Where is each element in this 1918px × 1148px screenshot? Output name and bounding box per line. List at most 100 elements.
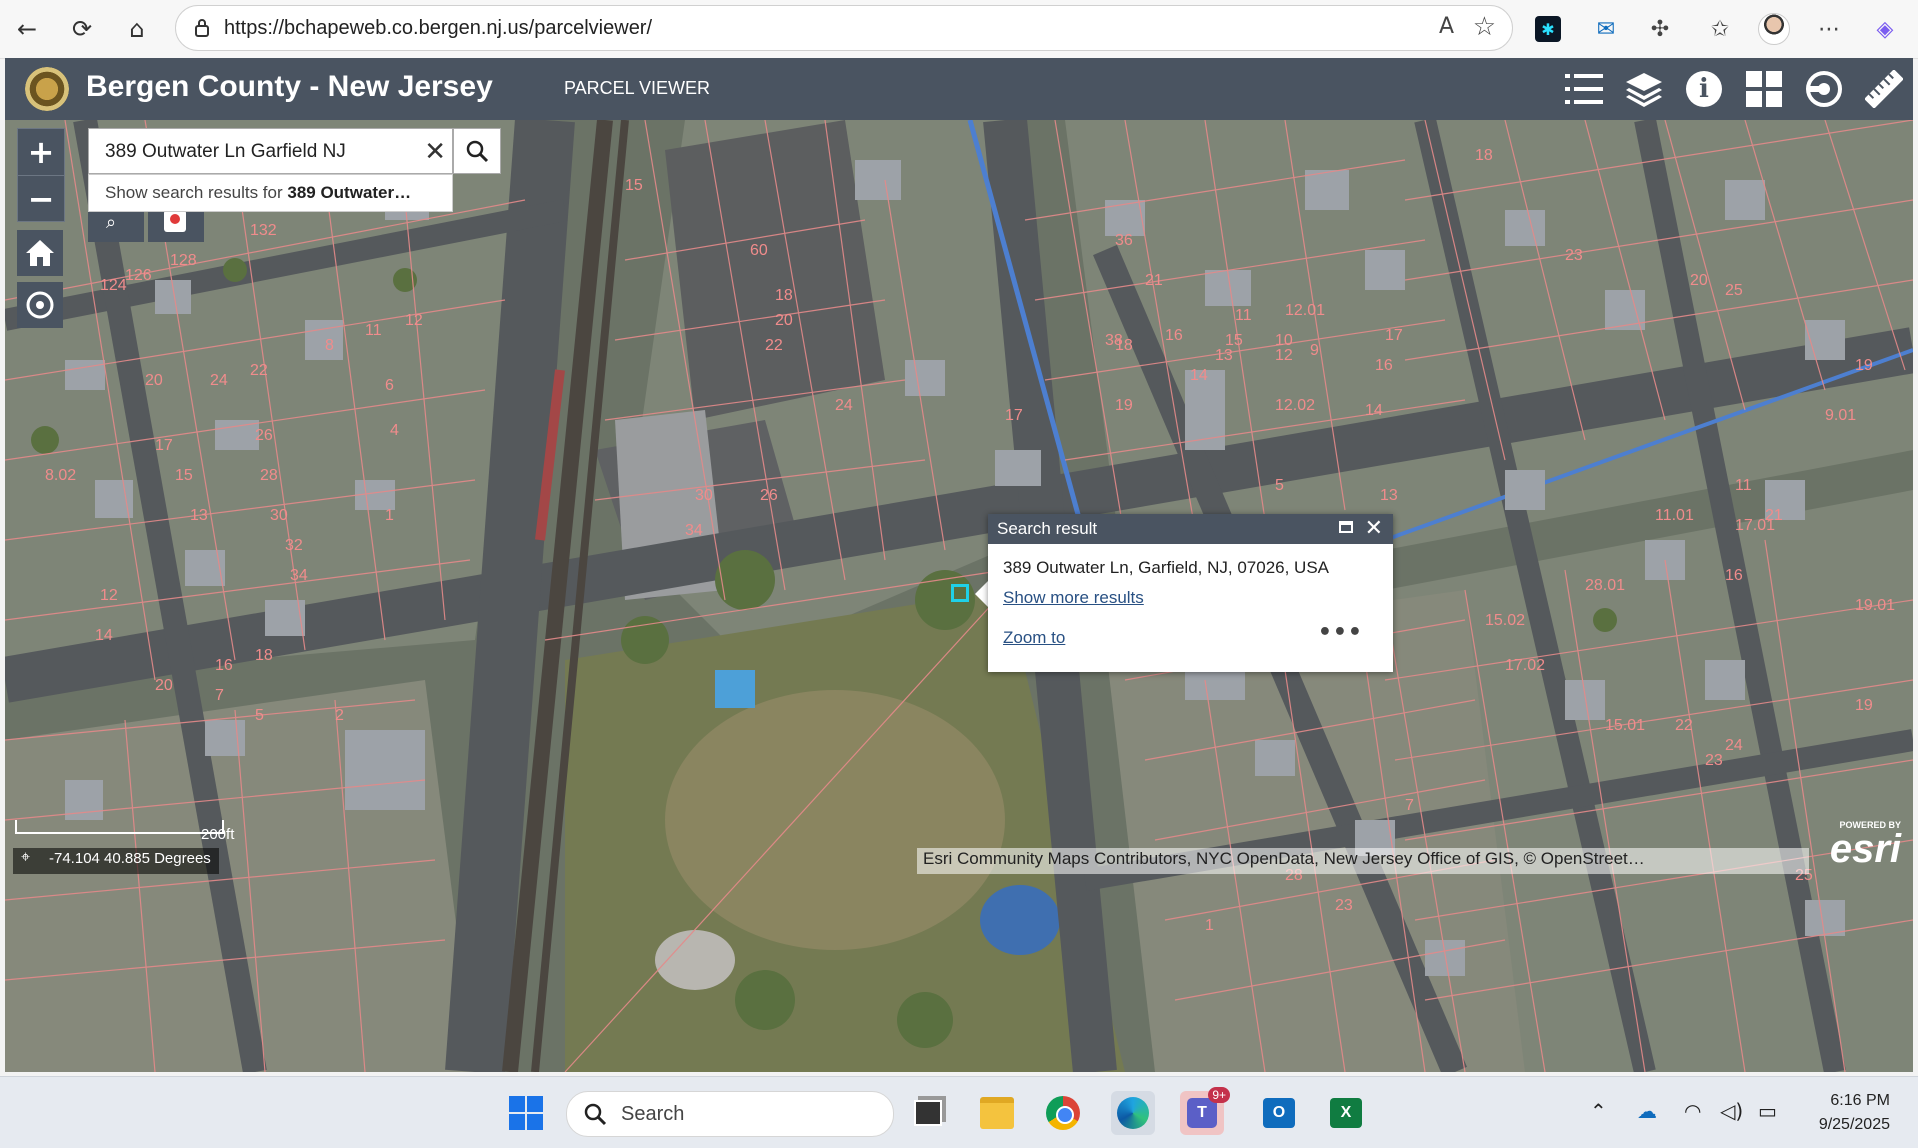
parcel-number-label: 17 bbox=[1385, 327, 1403, 344]
parcel-number-label: 4 bbox=[390, 422, 399, 439]
parcel-number-label: 16 bbox=[215, 657, 233, 674]
locate-button[interactable] bbox=[17, 282, 63, 328]
search-suggestion[interactable]: Show search results for 389 Outwater… bbox=[88, 174, 453, 212]
address-bar[interactable]: https://bchapeweb.co.bergen.nj.us/parcel… bbox=[175, 5, 1513, 51]
popup-header: Search result ✕ bbox=[988, 514, 1393, 544]
parcel-number-label: 11.01 bbox=[1655, 507, 1694, 524]
parcel-number-label: 23 bbox=[1705, 752, 1723, 769]
parcel-number-label: 22 bbox=[250, 362, 268, 379]
taskbar-search[interactable]: Search bbox=[566, 1091, 894, 1137]
parcel-number-label: 12.02 bbox=[1275, 397, 1315, 414]
parcel-number-label: 24 bbox=[835, 397, 853, 414]
basemap-gallery-icon[interactable] bbox=[1741, 66, 1787, 112]
system-clock[interactable]: 6:16 PM 9/25/2025 bbox=[1819, 1089, 1890, 1137]
app-header: Bergen County - New Jersey PARCEL VIEWER… bbox=[5, 58, 1913, 120]
battery-icon[interactable]: ▭ bbox=[1758, 1099, 1777, 1123]
parcel-number-label: 24 bbox=[210, 372, 228, 389]
zoom-to-link[interactable]: Zoom to bbox=[1003, 628, 1065, 648]
more-actions-icon[interactable]: ••• bbox=[1318, 620, 1363, 645]
parcel-number-label: 30 bbox=[270, 507, 288, 524]
refresh-icon[interactable]: ⟳ bbox=[65, 12, 99, 46]
parcel-number-label: 2 bbox=[335, 707, 344, 724]
parcel-number-label: 11 bbox=[1235, 307, 1252, 324]
taskbar-search-label: Search bbox=[621, 1103, 685, 1125]
wifi-icon[interactable]: ◠ bbox=[1684, 1099, 1701, 1123]
zoom-in-button[interactable]: + bbox=[18, 129, 64, 176]
parcel-number-label: 26 bbox=[255, 427, 273, 444]
outlook-icon[interactable]: O bbox=[1257, 1091, 1301, 1135]
home-icon[interactable]: ⌂ bbox=[120, 12, 154, 46]
search-button[interactable] bbox=[453, 128, 501, 174]
teams-icon[interactable]: T 9+ bbox=[1180, 1087, 1230, 1135]
parcel-number-label: 16 bbox=[1375, 357, 1393, 374]
esri-logo: POWERED BY esri bbox=[1830, 820, 1901, 869]
parcel-number-label: 12 bbox=[405, 312, 423, 329]
layers-icon[interactable] bbox=[1621, 66, 1667, 112]
parcel-number-label: 1 bbox=[385, 507, 394, 524]
edge-icon[interactable] bbox=[1111, 1091, 1155, 1135]
parcel-number-label: 13 bbox=[190, 507, 208, 524]
parcel-number-label: 60 bbox=[750, 242, 768, 259]
parcel-number-label: 132 bbox=[250, 222, 277, 239]
parcel-number-label: 20 bbox=[145, 372, 163, 389]
info-icon[interactable]: i bbox=[1681, 66, 1727, 112]
parcel-number-label: 18 bbox=[255, 647, 273, 664]
parcel-number-label: 12 bbox=[1275, 347, 1293, 364]
parcel-number-label: 15 bbox=[175, 467, 193, 484]
parcel-number-label: 6 bbox=[385, 377, 394, 394]
favorite-star-icon[interactable]: ☆ bbox=[1473, 12, 1496, 42]
task-view-icon[interactable] bbox=[906, 1091, 950, 1135]
parcel-number-label: 9 bbox=[1310, 342, 1319, 359]
parcel-number-label: 18 bbox=[1475, 147, 1493, 164]
parcel-number-label: 21 bbox=[1145, 272, 1163, 289]
home-icon bbox=[26, 240, 54, 266]
map-view[interactable]: 1401371321261281241112862024222628303234… bbox=[5, 120, 1913, 1072]
clear-search-icon[interactable]: ✕ bbox=[424, 137, 446, 167]
onedrive-icon[interactable]: ☁ bbox=[1637, 1099, 1657, 1123]
chrome-icon[interactable] bbox=[1041, 1091, 1085, 1135]
parcel-number-label: 32 bbox=[285, 537, 303, 554]
excel-icon[interactable]: X bbox=[1324, 1091, 1368, 1135]
parcel-number-label: 13 bbox=[1215, 347, 1233, 364]
extensions-puzzle-icon[interactable]: ✣ bbox=[1643, 12, 1677, 46]
url-text: https://bchapeweb.co.bergen.nj.us/parcel… bbox=[224, 17, 653, 39]
show-more-results-link[interactable]: Show more results bbox=[1003, 588, 1144, 608]
maximize-icon[interactable] bbox=[1339, 521, 1353, 533]
parcel-number-label: 17 bbox=[1005, 407, 1023, 424]
read-aloud-icon[interactable]: A bbox=[1439, 14, 1454, 39]
parcel-number-label: 26 bbox=[760, 487, 778, 504]
parcel-number-label: 11 bbox=[365, 322, 382, 339]
close-icon[interactable]: ✕ bbox=[1365, 515, 1383, 541]
crosshair-icon[interactable]: ⌖ bbox=[21, 849, 30, 867]
locate-icon bbox=[26, 291, 54, 319]
parcel-number-label: 19 bbox=[1115, 397, 1133, 414]
show-hidden-icons-chevron-icon[interactable]: ⌃ bbox=[1590, 1099, 1607, 1123]
outlook-extension-icon[interactable]: ✉ bbox=[1589, 12, 1623, 46]
print-icon[interactable] bbox=[1801, 66, 1847, 112]
map-attribution[interactable]: Esri Community Maps Contributors, NYC Op… bbox=[917, 848, 1809, 874]
back-icon[interactable]: ← bbox=[10, 12, 44, 46]
search-source-buttons: ⌕ bbox=[88, 206, 228, 242]
start-button[interactable] bbox=[504, 1091, 548, 1135]
favorites-icon[interactable]: ✩ bbox=[1703, 12, 1737, 46]
county-seal-logo bbox=[25, 67, 69, 111]
home-extent-button[interactable] bbox=[17, 230, 63, 276]
zoom-out-button[interactable]: − bbox=[18, 176, 64, 222]
parcel-number-label: 34 bbox=[685, 522, 703, 539]
search-result-marker[interactable] bbox=[951, 584, 969, 602]
legend-icon[interactable] bbox=[1561, 66, 1607, 112]
coordinate-readout: ⌖ -74.104 40.885 Degrees bbox=[13, 848, 219, 874]
copilot-icon[interactable]: ◈ bbox=[1868, 12, 1902, 46]
measure-icon[interactable] bbox=[1861, 66, 1907, 112]
parcel-number-label: 5 bbox=[255, 707, 264, 724]
file-explorer-icon[interactable] bbox=[975, 1091, 1019, 1135]
parcel-number-label: 25 bbox=[1725, 282, 1743, 299]
search-input[interactable]: 389 Outwater Ln Garfield NJ ✕ bbox=[88, 128, 453, 174]
parcel-number-label: 15.01 bbox=[1605, 717, 1645, 734]
extension-icon[interactable]: ✱ bbox=[1535, 16, 1561, 42]
parcel-number-label: 20 bbox=[775, 312, 793, 329]
more-menu-icon[interactable]: ⋯ bbox=[1812, 12, 1846, 46]
profile-avatar-icon[interactable] bbox=[1757, 12, 1791, 46]
parcel-number-label: 18 bbox=[1115, 337, 1133, 354]
volume-icon[interactable]: ◁) bbox=[1720, 1099, 1743, 1123]
